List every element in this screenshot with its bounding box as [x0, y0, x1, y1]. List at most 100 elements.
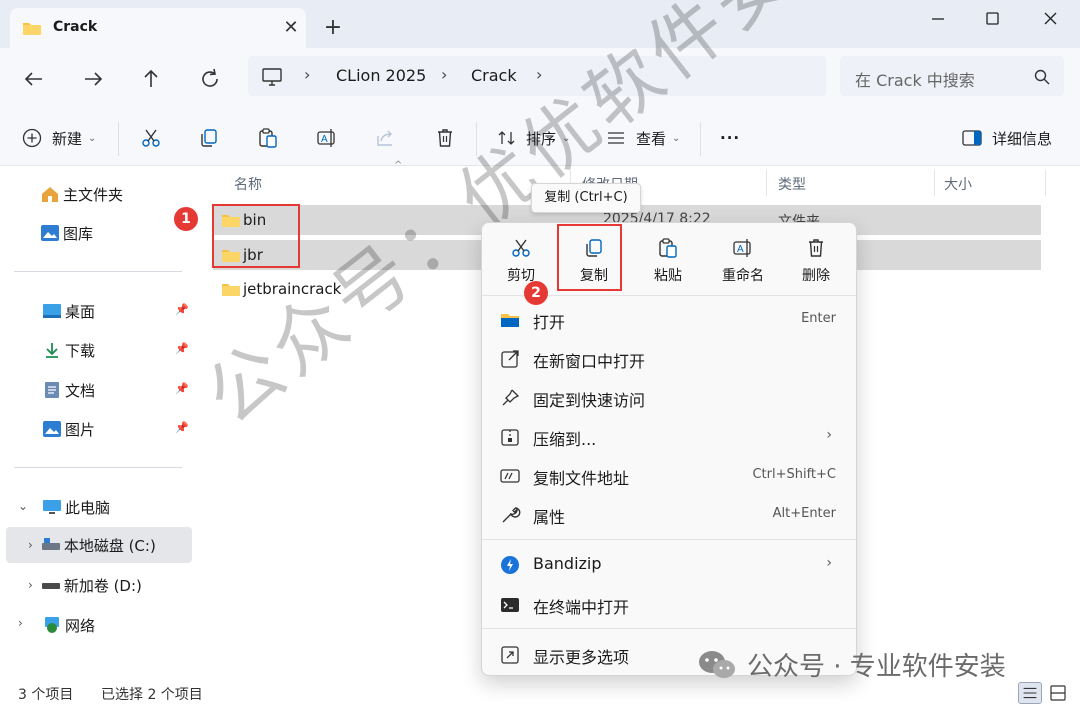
- navigation-pane: 主文件夹 图库 桌面 📌 下载 📌 文档 📌 图片 📌 ⌄ 此电脑 › 本地磁盘…: [0, 166, 195, 676]
- column-separator[interactable]: [1045, 170, 1046, 196]
- title-bar: Crack ✕ +: [0, 0, 1080, 48]
- view-button[interactable]: 查看 ⌄: [606, 125, 680, 151]
- copy-path-icon: [500, 469, 520, 483]
- command-bar: 新建 ⌄ A 排序 ⌄ 查看 ⌄ ··· 详细信息: [0, 108, 1080, 166]
- new-label: 新建: [52, 129, 83, 148]
- copy-icon[interactable]: [198, 127, 220, 149]
- sidebar-item-home[interactable]: 主文件夹: [40, 176, 190, 212]
- chevron-right-icon[interactable]: ›: [28, 538, 33, 552]
- search-box[interactable]: 在 Crack 中搜索: [840, 56, 1064, 96]
- menu-item-label: 显示更多选项: [533, 648, 630, 667]
- tab-crack[interactable]: Crack ✕: [10, 8, 306, 48]
- drive-icon: [41, 583, 60, 589]
- minimize-icon[interactable]: [916, 4, 960, 34]
- search-input[interactable]: 在 Crack 中搜索: [855, 67, 975, 91]
- menu-separator: [482, 539, 856, 540]
- sidebar-item-label: 下载: [65, 341, 96, 360]
- menu-item-compress[interactable]: 压缩到... ›: [494, 418, 844, 454]
- pin-icon[interactable]: 📌: [175, 342, 189, 355]
- chevron-right-icon[interactable]: ›: [18, 616, 23, 630]
- network-icon: [45, 617, 59, 633]
- sidebar-item-network[interactable]: 网络: [42, 607, 192, 643]
- sidebar-item-drive-d[interactable]: › 新加卷 (D:): [6, 567, 192, 603]
- cut-icon: [512, 239, 530, 257]
- sidebar-item-drive-c[interactable]: › 本地磁盘 (C:): [6, 527, 192, 563]
- pin-icon: [502, 389, 520, 406]
- new-tab-button[interactable]: +: [320, 15, 346, 41]
- back-arrow-icon[interactable]: [17, 62, 51, 96]
- sidebar-item-downloads[interactable]: 下载 📌: [42, 332, 192, 368]
- pin-icon[interactable]: 📌: [175, 421, 189, 434]
- sidebar-item-gallery[interactable]: 图库: [40, 215, 190, 251]
- rename-icon: A: [733, 239, 751, 257]
- rename-icon[interactable]: A: [316, 127, 338, 149]
- column-header-type[interactable]: 类型: [778, 174, 806, 194]
- sort-ascending-icon: ^: [394, 160, 403, 171]
- menu-item-shortcut: Enter: [801, 311, 836, 326]
- open-new-window-icon: [501, 350, 519, 368]
- breadcrumb-crack[interactable]: Crack: [471, 66, 517, 85]
- details-view-icon[interactable]: [1018, 682, 1042, 704]
- sidebar-item-pictures[interactable]: 图片 📌: [42, 411, 192, 447]
- computer-icon: [262, 68, 282, 86]
- sort-button[interactable]: 排序 ⌄: [497, 125, 570, 151]
- terminal-icon: [501, 598, 519, 612]
- delete-icon[interactable]: [434, 127, 456, 149]
- sidebar-item-this-pc[interactable]: 此电脑: [42, 489, 192, 525]
- forward-arrow-icon[interactable]: [76, 62, 110, 96]
- refresh-icon[interactable]: [193, 62, 227, 96]
- sort-label: 排序: [526, 129, 557, 148]
- breadcrumb-clion[interactable]: CLion 2025: [336, 66, 426, 85]
- details-pane-button[interactable]: 详细信息: [962, 125, 1052, 151]
- more-options-button[interactable]: ···: [720, 125, 740, 151]
- computer-icon: [43, 500, 61, 514]
- breadcrumb-chevron-icon[interactable]: ›: [441, 65, 447, 84]
- sidebar-item-label: 图库: [63, 224, 94, 243]
- quick-action-label: 删除: [802, 268, 830, 284]
- menu-item-label: 打开: [533, 313, 566, 332]
- sidebar-item-label: 桌面: [65, 302, 96, 321]
- menu-item-open-terminal[interactable]: 在终端中打开: [494, 586, 844, 622]
- gallery-icon: [41, 225, 59, 241]
- up-arrow-icon[interactable]: [134, 62, 168, 96]
- menu-item-bandizip[interactable]: Bandizip ›: [494, 546, 844, 582]
- address-row: › CLion 2025 › Crack › 在 Crack 中搜索: [0, 48, 1080, 108]
- menu-item-copy-path[interactable]: 复制文件地址 Ctrl+Shift+C: [494, 457, 844, 493]
- column-separator[interactable]: [934, 170, 935, 196]
- sidebar-item-documents[interactable]: 文档 📌: [42, 372, 192, 408]
- cut-icon[interactable]: [140, 127, 162, 149]
- column-separator[interactable]: [766, 170, 767, 196]
- sidebar-divider: [14, 467, 182, 468]
- chevron-right-icon: ›: [826, 427, 832, 443]
- breadcrumb-chevron-icon[interactable]: ›: [304, 65, 310, 84]
- address-bar[interactable]: › CLion 2025 › Crack ›: [248, 56, 826, 96]
- close-tab-icon[interactable]: ✕: [280, 17, 302, 39]
- chevron-down-icon[interactable]: ⌄: [18, 499, 28, 513]
- add-circle-icon: [22, 128, 42, 148]
- close-window-icon[interactable]: [1028, 4, 1072, 34]
- details-pane-icon: [962, 130, 982, 146]
- column-header-name[interactable]: 名称: [234, 174, 262, 194]
- breadcrumb-chevron-icon[interactable]: ›: [536, 65, 542, 84]
- pin-icon[interactable]: 📌: [175, 303, 189, 316]
- column-header-size[interactable]: 大小: [944, 174, 972, 194]
- new-button[interactable]: 新建 ⌄: [22, 125, 96, 151]
- paste-icon[interactable]: [257, 127, 279, 149]
- maximize-icon[interactable]: [970, 4, 1014, 34]
- chevron-right-icon[interactable]: ›: [28, 578, 33, 592]
- menu-item-label: 在终端中打开: [533, 598, 630, 617]
- rename-menu-button[interactable]: A 重命名: [710, 231, 776, 295]
- delete-menu-button[interactable]: 删除: [785, 231, 847, 295]
- pin-icon[interactable]: 📌: [175, 382, 189, 395]
- sidebar-item-desktop[interactable]: 桌面 📌: [42, 293, 192, 329]
- menu-item-shortcut: Alt+Enter: [772, 506, 836, 521]
- menu-item-properties[interactable]: 属性 Alt+Enter: [494, 496, 844, 532]
- menu-separator: [482, 628, 856, 629]
- drive-icon: [41, 538, 60, 550]
- sidebar-item-label: 网络: [65, 616, 96, 635]
- menu-item-pin-quick-access[interactable]: 固定到快速访问: [494, 379, 844, 415]
- menu-item-open-new-window[interactable]: 在新窗口中打开: [494, 340, 844, 376]
- paste-menu-button[interactable]: 粘贴: [637, 231, 699, 295]
- tiles-view-icon[interactable]: [1046, 682, 1070, 704]
- menu-item-open[interactable]: 打开 Enter: [494, 301, 844, 337]
